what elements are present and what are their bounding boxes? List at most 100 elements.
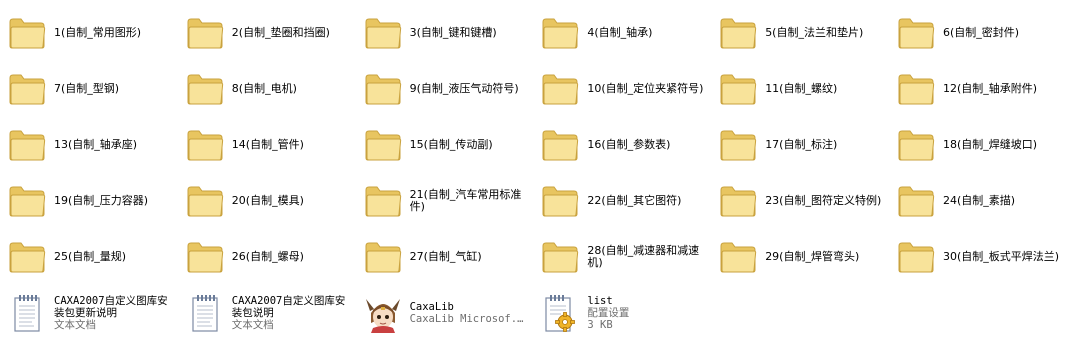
folder-icon [6, 181, 48, 221]
folder-name: 10(自制_定位夹紧符号) [587, 82, 704, 95]
folder-icon [6, 125, 48, 165]
folder-item[interactable]: 8(自制_电机) [184, 64, 362, 114]
file-size: 3 KB [587, 319, 613, 331]
folder-item[interactable]: 23(自制_图符定义特例) [717, 176, 895, 226]
folder-name: 5(自制_法兰和垫片) [765, 26, 864, 39]
folder-item[interactable]: 28(自制_减速器和减速机) [539, 232, 717, 282]
folder-icon [717, 125, 759, 165]
folder-icon [362, 13, 404, 53]
folder-icon [6, 13, 48, 53]
folder-item[interactable]: 13(自制_轴承座) [6, 120, 184, 170]
folder-name: 17(自制_标注) [765, 138, 838, 151]
folder-name: 18(自制_焊缝坡口) [942, 138, 1038, 151]
folder-name: 14(自制_管件) [231, 138, 304, 151]
folder-name: 3(自制_键和键槽) [409, 26, 497, 39]
folder-icon [717, 69, 759, 109]
folder-icon [717, 13, 759, 53]
folder-item[interactable]: 6(自制_密封件) [895, 8, 1071, 58]
config-settings-icon [539, 293, 581, 333]
folder-icon [717, 237, 759, 277]
folder-name: 15(自制_传动副) [409, 138, 493, 151]
file-item[interactable]: list 配置设置 3 KB [539, 288, 717, 338]
folder-icon [895, 13, 937, 53]
folder-item[interactable]: 16(自制_参数表) [539, 120, 717, 170]
folder-name: 6(自制_密封件) [942, 26, 1020, 39]
folder-item[interactable]: 24(自制_素描) [895, 176, 1071, 226]
folder-grid: 1(自制_常用图形) 2(自制_垫圈和挡圈) 3(自制_键和键槽) 4(自制_轴承) 5… [6, 8, 1071, 288]
folder-icon [895, 181, 937, 221]
file-name: CAXA2007自定义图库安装包说明 [231, 295, 346, 319]
folder-icon [184, 69, 226, 109]
folder-item[interactable]: 26(自制_螺母) [184, 232, 362, 282]
folder-icon [362, 237, 404, 277]
folder-item[interactable]: 18(自制_焊缝坡口) [895, 120, 1071, 170]
folder-name: 20(自制_模具) [231, 194, 304, 207]
folder-icon [184, 237, 226, 277]
file-grid: CAXA2007自定义图库安装包更新说明 文本文档 CAXA2007自定义图库安… [6, 288, 717, 344]
folder-icon [184, 181, 226, 221]
folder-item[interactable]: 14(自制_管件) [184, 120, 362, 170]
folder-icon [539, 125, 581, 165]
folder-name: 7(自制_型钢) [54, 82, 120, 95]
file-type: 文本文档 [54, 319, 96, 331]
folder-icon [895, 125, 937, 165]
folder-item[interactable]: 20(自制_模具) [184, 176, 362, 226]
folder-icon [895, 237, 937, 277]
folder-icon [362, 69, 404, 109]
folder-item[interactable]: 27(自制_气缸) [362, 232, 540, 282]
folder-icon [362, 125, 404, 165]
folder-item[interactable]: 2(自制_垫圈和挡圈) [184, 8, 362, 58]
file-type: 文本文档 [231, 319, 274, 331]
text-document-icon [6, 293, 48, 333]
folder-item[interactable]: 7(自制_型钢) [6, 64, 184, 114]
folder-icon [539, 13, 581, 53]
folder-name: 19(自制_压力容器) [54, 194, 149, 207]
folder-item[interactable]: 1(自制_常用图形) [6, 8, 184, 58]
folder-name: 16(自制_参数表) [587, 138, 671, 151]
folder-item[interactable]: 12(自制_轴承附件) [895, 64, 1071, 114]
folder-item[interactable]: 30(自制_板式平焊法兰) [895, 232, 1071, 282]
folder-icon [539, 237, 581, 277]
file-name: CaxaLib [409, 301, 454, 313]
folder-name: 26(自制_螺母) [231, 250, 304, 263]
folder-item[interactable]: 11(自制_螺纹) [717, 64, 895, 114]
anime-character-icon [362, 293, 404, 333]
folder-icon [539, 181, 581, 221]
folder-item[interactable]: 19(自制_压力容器) [6, 176, 184, 226]
folder-item[interactable]: 9(自制_液压气动符号) [362, 64, 540, 114]
folder-icon [184, 13, 226, 53]
folder-name: 13(自制_轴承座) [54, 138, 138, 151]
folder-icon [6, 237, 48, 277]
folder-name: 22(自制_其它图符) [587, 194, 682, 207]
folder-name: 28(自制_减速器和减速机) [587, 244, 700, 269]
folder-name: 25(自制_量规) [54, 250, 127, 263]
folder-name: 8(自制_电机) [231, 82, 297, 95]
file-name: list [587, 295, 613, 307]
folder-item[interactable]: 10(自制_定位夹紧符号) [539, 64, 717, 114]
folder-item[interactable]: 15(自制_传动副) [362, 120, 540, 170]
file-type: CaxaLib Microsof... [409, 313, 528, 325]
folder-item[interactable]: 17(自制_标注) [717, 120, 895, 170]
folder-name: 27(自制_气缸) [409, 250, 482, 263]
folder-item[interactable]: 21(自制_汽车常用标准件) [362, 176, 540, 226]
file-type: 配置设置 [587, 307, 630, 319]
folder-item[interactable]: 29(自制_焊管弯头) [717, 232, 895, 282]
folder-icon [6, 69, 48, 109]
folder-name: 29(自制_焊管弯头) [765, 250, 860, 263]
folder-item[interactable]: 25(自制_量规) [6, 232, 184, 282]
folder-name: 21(自制_汽车常用标准件) [409, 188, 522, 213]
file-item[interactable]: CaxaLib CaxaLib Microsof... [362, 288, 540, 338]
file-item[interactable]: CAXA2007自定义图库安装包说明 文本文档 [184, 288, 362, 338]
file-name: CAXA2007自定义图库安装包更新说明 [54, 295, 168, 319]
file-item[interactable]: CAXA2007自定义图库安装包更新说明 文本文档 [6, 288, 184, 338]
folder-icon [717, 181, 759, 221]
folder-name: 11(自制_螺纹) [765, 82, 838, 95]
folder-name: 23(自制_图符定义特例) [765, 194, 882, 207]
folder-icon [895, 69, 937, 109]
folder-name: 9(自制_液压气动符号) [409, 82, 519, 95]
folder-item[interactable]: 22(自制_其它图符) [539, 176, 717, 226]
folder-item[interactable]: 3(自制_键和键槽) [362, 8, 540, 58]
folder-item[interactable]: 4(自制_轴承) [539, 8, 717, 58]
folder-item[interactable]: 5(自制_法兰和垫片) [717, 8, 895, 58]
folder-name: 12(自制_轴承附件) [942, 82, 1038, 95]
